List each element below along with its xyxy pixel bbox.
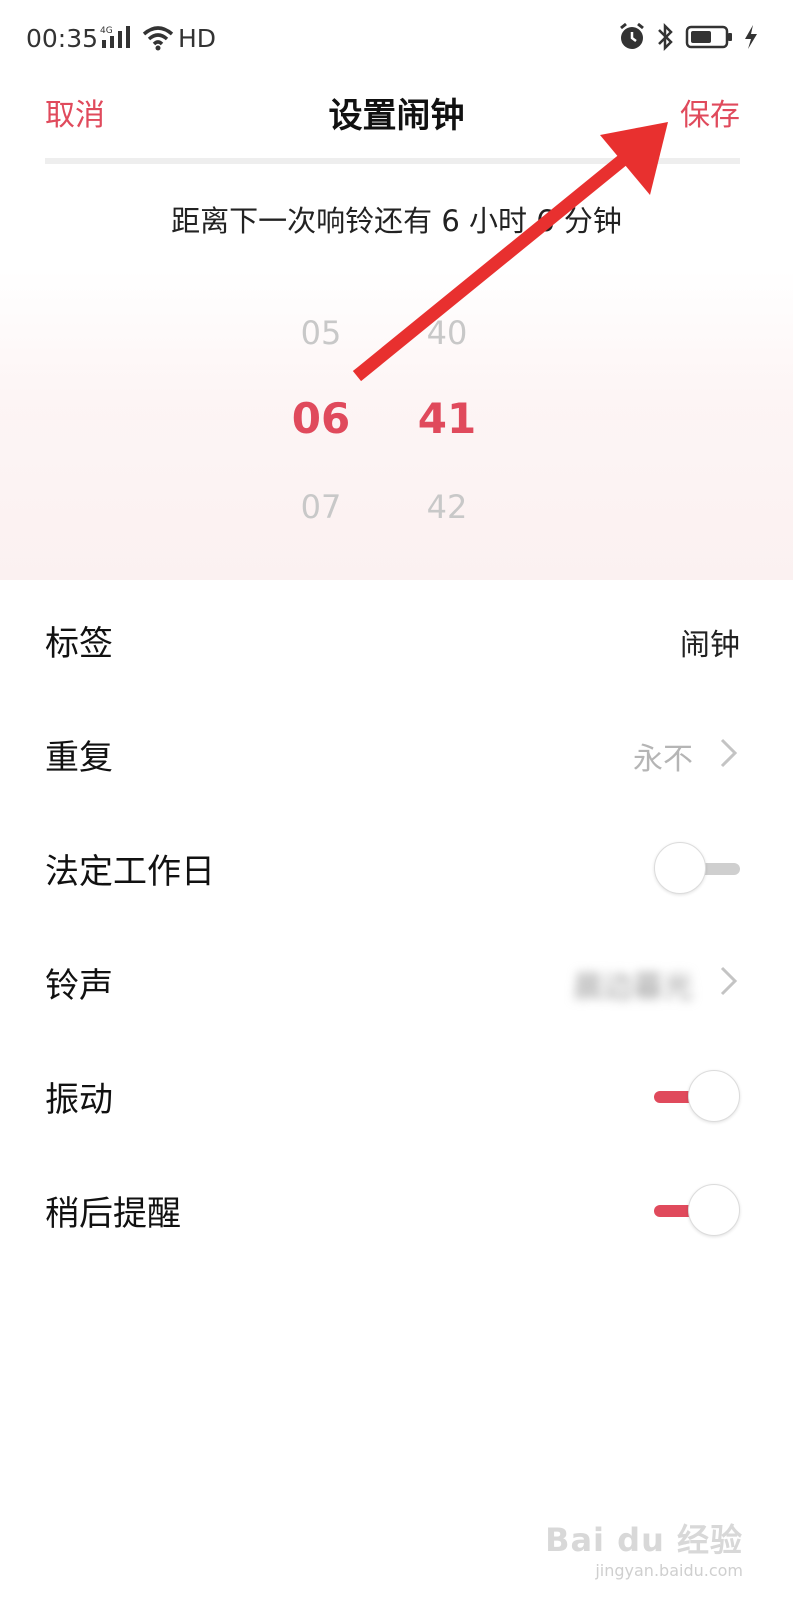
ringtone-row-value: 晨边暮光 <box>573 970 693 1005</box>
page-title: 设置闹钟 <box>328 96 465 136</box>
label-row-title: 标签 <box>45 624 113 664</box>
watermark: Bai du 经验 jingyan.baidu.com <box>545 1515 743 1580</box>
minute-wheel[interactable]: 40 41 42 <box>402 270 492 580</box>
header: 取消 设置闹钟 保存 <box>0 80 793 160</box>
workday-toggle[interactable] <box>654 842 740 894</box>
countdown-text: 距离下一次响铃还有 6 小时 6 分钟 <box>171 204 622 238</box>
ringtone-row[interactable]: 铃声 晨边暮光 <box>0 922 793 1038</box>
wifi-icon <box>142 26 174 51</box>
alarm-icon <box>620 22 644 49</box>
vibrate-row: 振动 <box>0 1036 793 1152</box>
repeat-row-value: 永不 <box>633 742 693 777</box>
network-badge: 4G <box>100 26 113 36</box>
repeat-row-title: 重复 <box>45 738 113 778</box>
status-right-icons <box>617 22 759 52</box>
label-row[interactable]: 标签 闹钟 <box>0 580 793 696</box>
chevron-right-icon <box>720 738 738 768</box>
status-bar: 00:35 4G HD <box>0 0 793 80</box>
snooze-toggle[interactable] <box>654 1184 740 1236</box>
toggle-knob <box>654 842 706 894</box>
vibrate-row-title: 振动 <box>45 1080 113 1120</box>
repeat-row[interactable]: 重复 永不 <box>0 694 793 810</box>
bluetooth-icon <box>658 22 673 52</box>
hour-next[interactable]: 07 <box>276 488 366 526</box>
hd-indicator: HD <box>178 24 217 53</box>
minute-selected[interactable]: 41 <box>402 394 492 443</box>
ringtone-row-title: 铃声 <box>45 966 113 1006</box>
save-button[interactable]: 保存 <box>680 90 740 134</box>
workday-row: 法定工作日 <box>0 808 793 924</box>
minute-next[interactable]: 42 <box>402 488 492 526</box>
hour-selected[interactable]: 06 <box>276 394 366 443</box>
minute-prev[interactable]: 40 <box>402 314 492 352</box>
header-divider <box>45 158 740 164</box>
watermark-logo: Bai du 经验 <box>545 1521 743 1559</box>
chevron-right-icon <box>720 966 738 996</box>
status-time: 00:35 <box>26 24 99 53</box>
snooze-row-title: 稍后提醒 <box>45 1194 181 1234</box>
hour-wheel[interactable]: 05 06 07 <box>276 270 366 580</box>
vibrate-toggle[interactable] <box>654 1070 740 1122</box>
toggle-knob <box>688 1070 740 1122</box>
charging-icon <box>745 25 757 49</box>
hour-prev[interactable]: 05 <box>276 314 366 352</box>
label-row-value: 闹钟 <box>680 628 740 663</box>
watermark-url: jingyan.baidu.com <box>595 1561 743 1580</box>
toggle-knob <box>688 1184 740 1236</box>
battery-icon <box>685 25 732 49</box>
snooze-row: 稍后提醒 <box>0 1150 793 1266</box>
time-picker[interactable]: 05 06 07 40 41 42 <box>0 270 793 580</box>
cellular-signal-icon: 4G <box>100 26 130 48</box>
workday-row-title: 法定工作日 <box>45 852 215 892</box>
